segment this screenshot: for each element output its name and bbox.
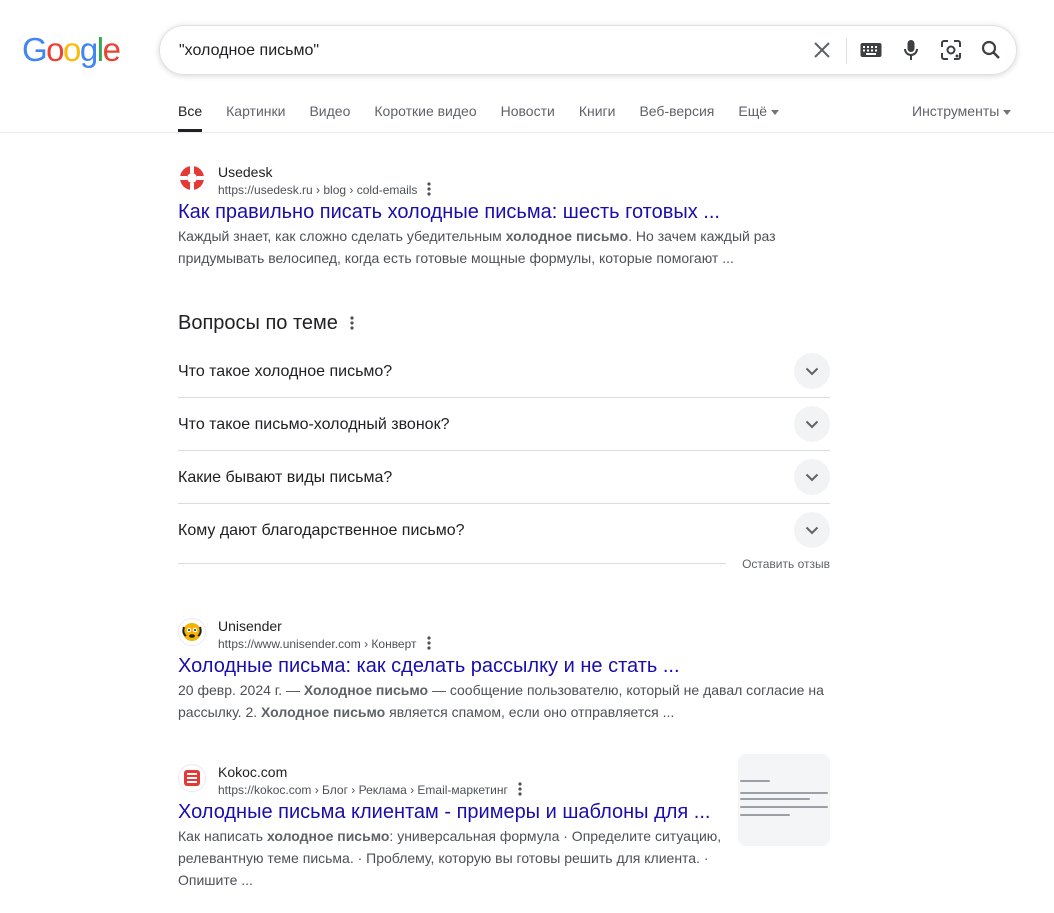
- paa-heading-text: Вопросы по теме: [178, 312, 338, 334]
- feedback-link[interactable]: Оставить отзыв: [742, 556, 830, 572]
- result-title-link[interactable]: Холодные письма клиентам - примеры и шаб…: [178, 799, 710, 825]
- search-result: Unisender https://www.unisender.com › Ко…: [178, 617, 830, 737]
- tab-label: Книги: [578, 103, 616, 119]
- tab-label: Все: [178, 103, 203, 119]
- paa-footer-divider: [178, 563, 726, 564]
- thumbnail-text-line: [740, 806, 828, 808]
- search-tabs: Все Картинки Видео Короткие видео Новост…: [178, 102, 803, 132]
- snippet-text: Каждый знает, как сложно сделать убедите…: [178, 228, 506, 244]
- tab-label: Ещё: [738, 103, 768, 119]
- logo-letter: o: [63, 31, 81, 68]
- paa-question-text: Что такое холодное письмо?: [178, 363, 393, 380]
- logo-letter: e: [102, 31, 121, 68]
- kokoc-favicon-icon: [178, 764, 206, 792]
- paa-question-text: Какие бывают виды письма?: [178, 469, 393, 486]
- result-url[interactable]: https://usedesk.ru › blog › cold-emails: [218, 182, 432, 200]
- search-box: [159, 25, 1017, 75]
- thumbnail-text-line: [740, 798, 810, 800]
- more-vert-icon[interactable]: [427, 182, 432, 200]
- camera-lens-icon[interactable]: [939, 38, 963, 62]
- result-snippet: Каждый знает, как сложно сделать убедите…: [178, 225, 830, 269]
- close-icon[interactable]: [810, 38, 834, 62]
- tools-label: Инструменты: [912, 103, 1000, 119]
- tools-button[interactable]: Инструменты: [912, 102, 1012, 120]
- tab-label: Новости: [500, 103, 555, 119]
- tab-label: Веб-версия: [639, 103, 715, 119]
- search-result: Usedesk https://usedesk.ru › blog › cold…: [178, 163, 830, 283]
- more-vert-icon[interactable]: [518, 782, 522, 800]
- thumbnail-text-line: [740, 780, 770, 782]
- result-url-text: https://usedesk.ru › blog › cold-emails: [218, 183, 418, 198]
- chevron-down-icon[interactable]: [794, 406, 830, 442]
- result-snippet: 20 февр. 2024 г. — Холодное письмо — соо…: [178, 679, 830, 723]
- tab-images[interactable]: Картинки: [226, 102, 285, 132]
- paa-footer: Оставить отзыв: [178, 556, 830, 572]
- tab-videos[interactable]: Видео: [309, 102, 350, 132]
- more-vert-icon[interactable]: [426, 636, 431, 654]
- paa-question[interactable]: Что такое письмо-холодный звонок?: [178, 398, 830, 451]
- tab-web[interactable]: Веб-версия: [639, 102, 714, 132]
- chevron-down-icon[interactable]: [794, 512, 830, 548]
- paa-question-text: Что такое письмо-холодный звонок?: [178, 416, 450, 433]
- paa-question[interactable]: Что такое холодное письмо?: [178, 345, 830, 398]
- result-snippet: Как написать холодное письмо: универсаль…: [178, 825, 723, 891]
- chevron-down-icon: [1003, 109, 1012, 115]
- chevron-down-icon: [771, 109, 780, 115]
- result-title-link[interactable]: Холодные письма: как сделать рассылку и …: [178, 653, 680, 679]
- result-url[interactable]: https://kokoc.com › Блог › Реклама › Ema…: [218, 782, 522, 800]
- logo-letter: G: [22, 31, 48, 68]
- unisender-favicon-icon: [178, 618, 206, 646]
- result-title-link[interactable]: Как правильно писать холодные письма: ше…: [178, 199, 720, 225]
- paa-heading: Вопросы по теме: [178, 310, 830, 337]
- usedesk-favicon-icon: [178, 164, 206, 192]
- result-url-text: https://www.unisender.com › Конверт: [218, 637, 417, 652]
- chevron-down-icon[interactable]: [794, 459, 830, 495]
- tab-label: Короткие видео: [374, 103, 477, 119]
- google-logo[interactable]: Google: [22, 31, 121, 68]
- logo-letter: o: [46, 31, 64, 68]
- tab-short-videos[interactable]: Короткие видео: [374, 102, 476, 132]
- search-divider: [846, 38, 847, 64]
- thumbnail-text-line: [740, 792, 828, 794]
- result-url[interactable]: https://www.unisender.com › Конверт: [218, 636, 431, 654]
- thumbnail-text-line: [740, 814, 790, 816]
- tab-books[interactable]: Книги: [579, 102, 616, 132]
- search-input[interactable]: [179, 39, 779, 63]
- keyboard-icon[interactable]: [859, 38, 883, 62]
- paa-question[interactable]: Кому дают благодарственное письмо?: [178, 504, 830, 556]
- snippet-text: является спамом, если оно отправляется .…: [385, 704, 675, 720]
- result-thumbnail[interactable]: [738, 754, 830, 846]
- more-vert-icon[interactable]: [350, 311, 354, 337]
- people-also-ask: Вопросы по теме Что такое холодное письм…: [178, 310, 830, 575]
- result-url-text: https://kokoc.com › Блог › Реклама › Ema…: [218, 783, 508, 798]
- search-icon[interactable]: [979, 38, 1003, 62]
- snippet-emphasis: холодное письмо: [505, 228, 629, 244]
- paa-question-text: Кому дают благодарственное письмо?: [178, 522, 465, 539]
- snippet-emphasis: Холодное письмо: [261, 704, 386, 720]
- tab-label: Картинки: [226, 103, 286, 119]
- snippet-text: 20 февр. 2024 г. —: [178, 682, 304, 698]
- snippet-emphasis: холодное письмо: [266, 828, 390, 844]
- logo-letter: g: [79, 31, 98, 68]
- tab-label: Видео: [309, 103, 351, 119]
- tab-news[interactable]: Новости: [501, 102, 555, 132]
- snippet-text: Как написать: [178, 828, 267, 844]
- result-site-name[interactable]: Usedesk: [218, 163, 272, 181]
- chevron-down-icon[interactable]: [794, 353, 830, 389]
- paa-question[interactable]: Какие бывают виды письма?: [178, 451, 830, 504]
- microphone-icon[interactable]: [899, 38, 923, 62]
- result-site-name[interactable]: Unisender: [218, 617, 282, 635]
- snippet-emphasis: Холодное письмо: [303, 682, 429, 698]
- header-divider: [0, 132, 1054, 133]
- tab-more[interactable]: Ещё: [738, 102, 780, 132]
- result-site-name[interactable]: Kokoc.com: [218, 763, 287, 781]
- tab-all[interactable]: Все: [178, 102, 203, 132]
- search-result: Kokoc.com https://kokoc.com › Блог › Рек…: [178, 754, 830, 903]
